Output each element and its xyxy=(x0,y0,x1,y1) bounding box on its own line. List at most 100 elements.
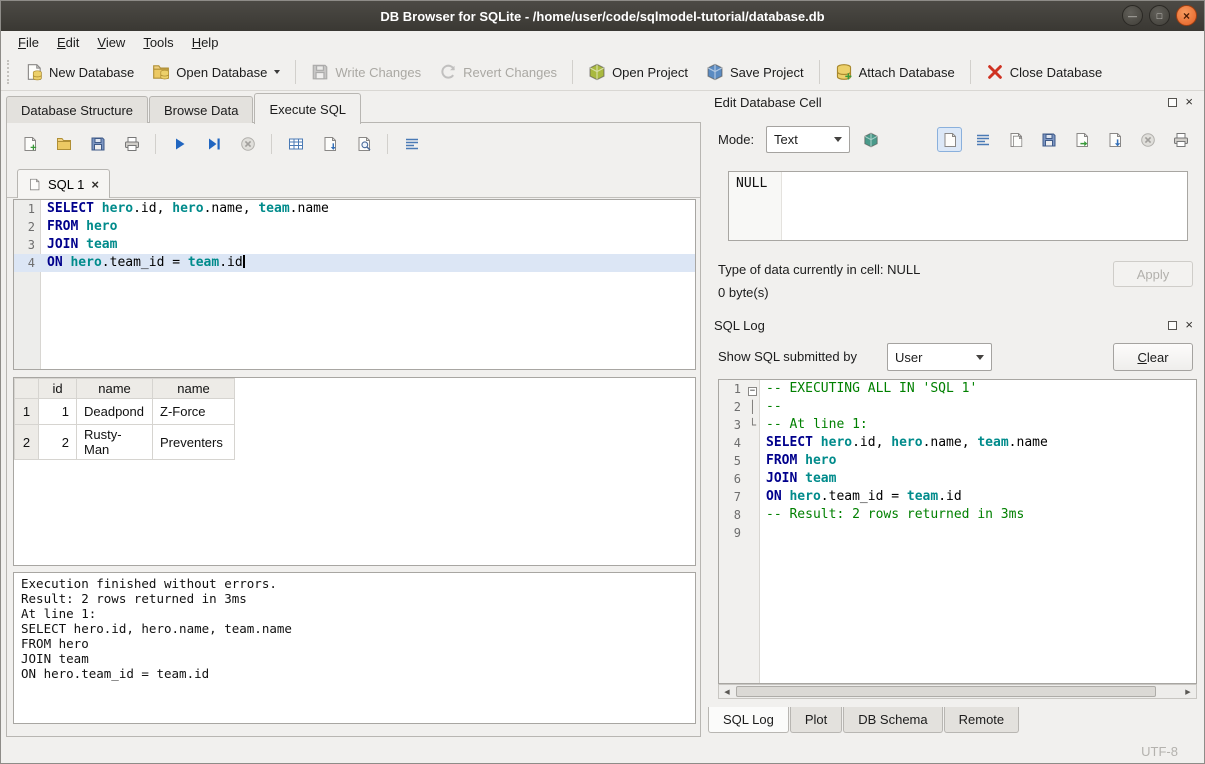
code-line[interactable]: 2│-- xyxy=(719,398,1196,416)
results-grid: idnamename11DeadpondZ-Force22Rusty-ManPr… xyxy=(13,377,696,566)
code-line[interactable]: 3└-- At line 1: xyxy=(719,416,1196,434)
write-changes-icon xyxy=(311,63,329,81)
execution-message[interactable]: Execution finished without errors. Resul… xyxy=(13,572,696,724)
grid-corner[interactable] xyxy=(15,379,39,399)
close-button[interactable]: × xyxy=(1176,5,1197,26)
scroll-left-icon[interactable]: ◀ xyxy=(719,685,735,698)
cell-editor[interactable]: NULL xyxy=(728,171,1188,241)
sql-editor[interactable]: 1SELECT hero.id, hero.name, team.name2FR… xyxy=(13,199,696,370)
code-line[interactable]: 8-- Result: 2 rows returned in 3ms xyxy=(719,506,1196,524)
encoding-indicator: UTF-8 xyxy=(1141,744,1178,759)
code-line[interactable]: 4ON hero.team_id = team.id xyxy=(14,254,695,272)
minimize-button[interactable]: — xyxy=(1122,5,1143,26)
result-cell[interactable]: 1 xyxy=(39,399,77,425)
code-text: ON hero.team_id = team.id xyxy=(40,254,695,272)
close-panel-icon[interactable]: × xyxy=(1185,320,1193,330)
tab-sql-log[interactable]: SQL Log xyxy=(708,707,789,733)
mode-select[interactable]: Text xyxy=(766,126,850,153)
menu-file[interactable]: File xyxy=(9,32,48,53)
tab-browse-data[interactable]: Browse Data xyxy=(149,96,253,123)
sql-log-view[interactable]: 1−-- EXECUTING ALL IN 'SQL 1'2│--3└-- At… xyxy=(718,379,1197,684)
close-tab-icon[interactable]: × xyxy=(91,177,99,192)
open-sql-file-icon xyxy=(56,136,72,152)
text-view-button[interactable] xyxy=(937,127,962,152)
fold-marker xyxy=(746,488,759,506)
execute-all-button[interactable] xyxy=(167,132,192,157)
result-cell[interactable]: 2 xyxy=(39,425,77,460)
save-sql-file-button[interactable] xyxy=(85,132,110,157)
new-tab-button[interactable] xyxy=(17,132,42,157)
tab-execute-sql[interactable]: Execute SQL xyxy=(254,93,361,124)
chevron-down-icon xyxy=(274,70,280,74)
code-line[interactable]: 5FROM hero xyxy=(719,452,1196,470)
word-wrap-button[interactable] xyxy=(970,127,995,152)
new-database-button[interactable]: New Database xyxy=(16,58,143,86)
open-project-button[interactable]: Open Project xyxy=(579,58,697,86)
code-line[interactable]: 1−-- EXECUTING ALL IN 'SQL 1' xyxy=(719,380,1196,398)
toolbar-handle[interactable] xyxy=(7,60,12,84)
fold-marker[interactable]: − xyxy=(746,380,759,398)
revert-changes-label: Revert Changes xyxy=(463,65,557,80)
menu-tools[interactable]: Tools xyxy=(134,32,182,53)
word-wrap-icon xyxy=(975,132,991,148)
save-project-button[interactable]: Save Project xyxy=(697,58,813,86)
code-line[interactable]: 7ON hero.team_id = team.id xyxy=(719,488,1196,506)
copy-button[interactable] xyxy=(1003,127,1028,152)
code-line[interactable]: 6JOIN team xyxy=(719,470,1196,488)
save-results-icon xyxy=(322,136,338,152)
float-panel-icon[interactable] xyxy=(1168,98,1177,107)
execute-sql-panel: SQL 1 × 1SELECT hero.id, hero.name, team… xyxy=(6,122,701,737)
code-line[interactable]: 4SELECT hero.id, hero.name, team.name xyxy=(719,434,1196,452)
cell-content[interactable]: NULL xyxy=(729,172,1187,195)
result-cell[interactable]: Preventers xyxy=(153,425,235,460)
export-results-button[interactable] xyxy=(283,132,308,157)
mode-label: Mode: xyxy=(718,132,754,147)
scrollbar-thumb[interactable] xyxy=(736,686,1156,697)
float-panel-icon[interactable] xyxy=(1168,321,1177,330)
tab-database-structure[interactable]: Database Structure xyxy=(6,96,148,123)
column-header-name[interactable]: name xyxy=(153,379,235,399)
scroll-right-icon[interactable]: ▶ xyxy=(1180,685,1196,698)
column-header-name[interactable]: name xyxy=(77,379,153,399)
find-replace-button[interactable] xyxy=(351,132,376,157)
menu-edit[interactable]: Edit xyxy=(48,32,88,53)
attach-database-button[interactable]: Attach Database xyxy=(826,58,964,86)
code-line[interactable]: 9 xyxy=(719,524,1196,542)
import-cell-button[interactable] xyxy=(1069,127,1094,152)
execute-current-line-button[interactable] xyxy=(201,132,226,157)
result-cell[interactable]: Deadpond xyxy=(77,399,153,425)
print-cell-button[interactable] xyxy=(1168,127,1193,152)
result-cell[interactable]: Rusty-Man xyxy=(77,425,153,460)
code-line[interactable]: 2FROM hero xyxy=(14,218,695,236)
save-cell-button[interactable] xyxy=(1036,127,1061,152)
print-sql-button[interactable] xyxy=(119,132,144,157)
column-header-id[interactable]: id xyxy=(39,379,77,399)
tab-db-schema[interactable]: DB Schema xyxy=(843,707,942,733)
titlebar[interactable]: DB Browser for SQLite - /home/user/code/… xyxy=(1,1,1204,31)
log-filter-select[interactable]: User xyxy=(887,343,992,371)
row-number[interactable]: 1 xyxy=(15,399,39,425)
tab-remote[interactable]: Remote xyxy=(944,707,1020,733)
clear-log-button[interactable]: Clear xyxy=(1113,343,1193,371)
open-sql-file-button[interactable] xyxy=(51,132,76,157)
main-toolbar: New Database Open Database Write Changes… xyxy=(1,54,1204,91)
tab-plot[interactable]: Plot xyxy=(790,707,842,733)
code-line[interactable]: 1SELECT hero.id, hero.name, team.name xyxy=(14,200,695,218)
save-results-button[interactable] xyxy=(317,132,342,157)
export-cell-button[interactable] xyxy=(1102,127,1127,152)
auto-switch-mode-button[interactable] xyxy=(858,127,883,152)
close-database-button[interactable]: Close Database xyxy=(977,58,1112,86)
word-wrap-button[interactable] xyxy=(399,132,424,157)
result-cell[interactable]: Z-Force xyxy=(153,399,235,425)
menu-help[interactable]: Help xyxy=(183,32,228,53)
open-database-button[interactable]: Open Database xyxy=(143,58,289,86)
sql-editor-tab[interactable]: SQL 1 × xyxy=(17,169,110,198)
execute-current-line-icon xyxy=(206,136,222,152)
maximize-button[interactable]: □ xyxy=(1149,5,1170,26)
scrollbar-track[interactable] xyxy=(735,685,1180,698)
code-line[interactable]: 3JOIN team xyxy=(14,236,695,254)
toolbar-separator xyxy=(819,60,820,84)
close-panel-icon[interactable]: × xyxy=(1185,97,1193,107)
row-number[interactable]: 2 xyxy=(15,425,39,460)
menu-view[interactable]: View xyxy=(88,32,134,53)
